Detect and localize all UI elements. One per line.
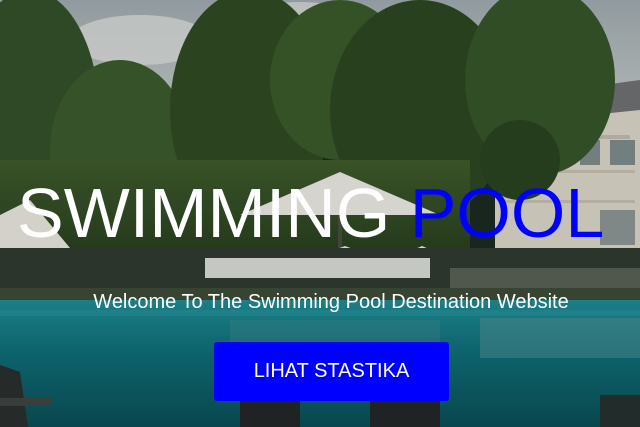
title-word-pool: POOL [409,174,605,252]
view-statistics-button[interactable]: LIHAT STASTIKA [214,342,449,401]
page-title: SWIMMING POOL [17,173,604,253]
hero-subtitle: Welcome To The Swimming Pool Destination… [93,291,569,313]
title-word-swimming: SWIMMING [17,174,391,252]
hero-section: SWIMMING POOL Welcome To The Swimming Po… [0,0,640,427]
